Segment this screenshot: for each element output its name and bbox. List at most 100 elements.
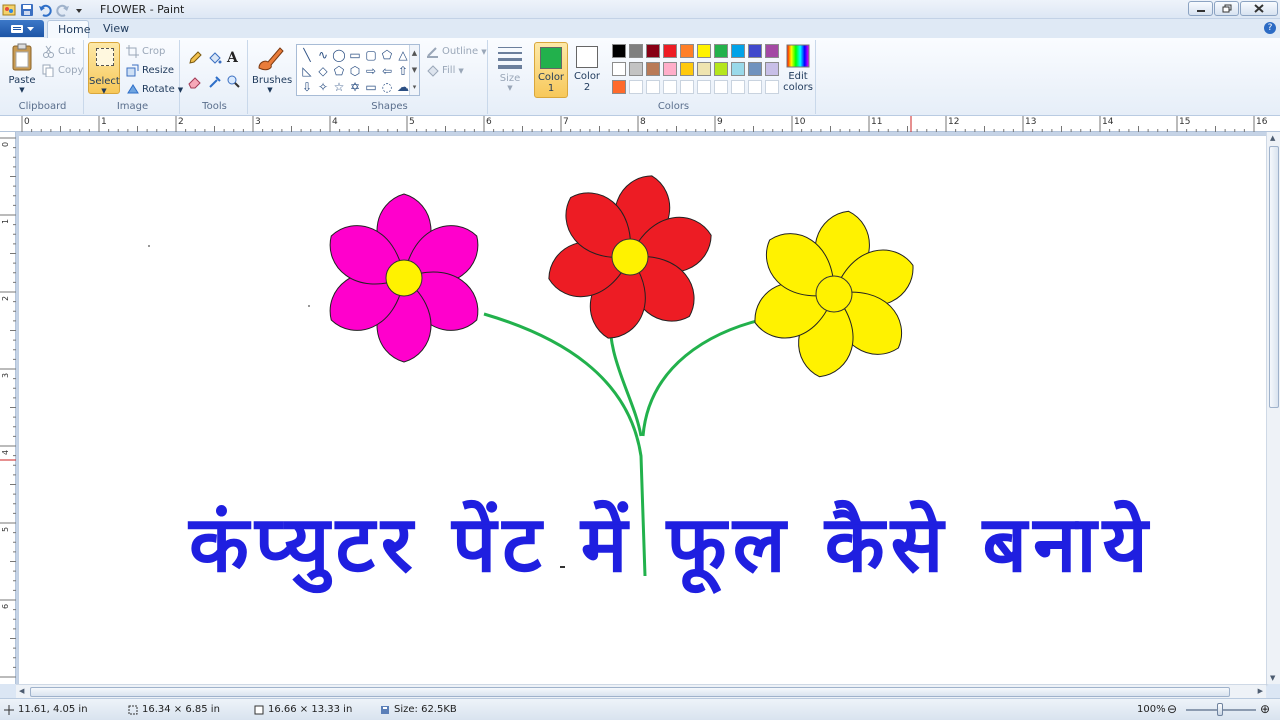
palette-swatch[interactable]: [748, 62, 762, 76]
palette-swatch[interactable]: [748, 80, 762, 94]
horizontal-ruler: 0 1 2 3 4 5 6 7 8 9 10 11 12 13 14 15 16: [0, 116, 1280, 132]
close-button[interactable]: [1240, 1, 1278, 16]
right-arrow-shape-icon[interactable]: ⇨: [363, 63, 379, 79]
brushes-button[interactable]: Brushes ▼: [252, 42, 292, 94]
drawing-canvas[interactable]: कंप्युटर पेंट में फूल कैसे बनाये: [19, 136, 1266, 684]
text-tool-icon[interactable]: A: [227, 50, 238, 66]
palette-swatch[interactable]: [714, 80, 728, 94]
color-picker-icon[interactable]: [208, 75, 222, 89]
scroll-left-icon[interactable]: ◀: [19, 687, 24, 695]
palette-swatch[interactable]: [646, 44, 660, 58]
palette-swatch[interactable]: [663, 62, 677, 76]
ruler-number: 3: [255, 117, 261, 127]
clipboard-group: Paste ▼ Cut Copy Clipboard: [2, 40, 84, 114]
palette-swatch[interactable]: [697, 62, 711, 76]
scroll-down-icon[interactable]: ▼: [1270, 674, 1275, 682]
palette-swatch[interactable]: [663, 44, 677, 58]
fill-button[interactable]: Fill ▼: [426, 64, 464, 77]
chevron-down-icon: ▼: [267, 86, 273, 94]
rectangle-shape-icon[interactable]: ▭: [347, 47, 363, 63]
palette-swatch[interactable]: [765, 62, 779, 76]
palette-swatch[interactable]: [612, 80, 626, 94]
palette-swatch[interactable]: [731, 80, 745, 94]
palette-swatch[interactable]: [629, 62, 643, 76]
shapes-scrollbar[interactable]: ▲ ▼ ▾: [409, 45, 419, 95]
right-triangle-shape-icon[interactable]: ◺: [299, 63, 315, 79]
paint-app-icon[interactable]: [2, 3, 16, 17]
vertical-scroll-thumb[interactable]: [1269, 146, 1279, 408]
crop-button[interactable]: Crop: [126, 45, 165, 58]
help-icon[interactable]: ?: [1264, 22, 1276, 34]
save-icon[interactable]: [20, 3, 34, 17]
ruler-number: 7: [563, 117, 569, 127]
palette-swatch[interactable]: [765, 44, 779, 58]
palette-swatch[interactable]: [612, 44, 626, 58]
hexagon-shape-icon[interactable]: ⬡: [347, 63, 363, 79]
six-point-star-shape-icon[interactable]: ✡: [347, 79, 363, 95]
palette-swatch[interactable]: [629, 44, 643, 58]
palette-swatch[interactable]: [680, 80, 694, 94]
horizontal-scroll-thumb[interactable]: [30, 687, 1230, 697]
palette-swatch[interactable]: [663, 80, 677, 94]
magnifier-icon[interactable]: [227, 75, 241, 89]
copy-button[interactable]: Copy: [42, 64, 83, 77]
horizontal-scrollbar[interactable]: ◀ ▶: [16, 684, 1266, 698]
fill-bucket-icon[interactable]: [208, 51, 222, 65]
outline-button[interactable]: Outline ▼: [426, 45, 487, 58]
palette-swatch[interactable]: [697, 80, 711, 94]
down-arrow-shape-icon[interactable]: ⇩: [299, 79, 315, 95]
paint-menu-button[interactable]: [0, 20, 44, 37]
polygon-shape-icon[interactable]: ⬠: [379, 47, 395, 63]
left-arrow-shape-icon[interactable]: ⇦: [379, 63, 395, 79]
palette-swatch[interactable]: [714, 62, 728, 76]
line-shape-icon[interactable]: ╲: [299, 47, 315, 63]
zoom-slider-thumb[interactable]: [1217, 703, 1223, 716]
palette-swatch[interactable]: [629, 80, 643, 94]
eraser-icon[interactable]: [188, 75, 202, 89]
rect-callout-shape-icon[interactable]: ▭: [363, 79, 379, 95]
copy-icon: [42, 64, 54, 77]
vertical-scrollbar[interactable]: ▲ ▼: [1266, 132, 1280, 684]
palette-swatch[interactable]: [765, 80, 779, 94]
undo-icon[interactable]: [38, 3, 52, 17]
select-button[interactable]: Select ▼: [88, 42, 120, 95]
rounded-rectangle-shape-icon[interactable]: ▢: [363, 47, 379, 63]
diamond-shape-icon[interactable]: ◇: [315, 63, 331, 79]
palette-swatch[interactable]: [697, 44, 711, 58]
size-button[interactable]: Size ▼: [492, 44, 528, 92]
curve-shape-icon[interactable]: ∿: [315, 47, 331, 63]
oval-shape-icon[interactable]: ◯: [331, 47, 347, 63]
palette-swatch[interactable]: [748, 44, 762, 58]
color-1-button[interactable]: Color 1: [534, 42, 568, 98]
scroll-right-icon[interactable]: ▶: [1258, 687, 1263, 695]
palette-swatch[interactable]: [680, 44, 694, 58]
pencil-icon[interactable]: [188, 51, 202, 65]
color-2-button[interactable]: Color 2: [570, 42, 604, 98]
maximize-button[interactable]: [1214, 1, 1239, 16]
five-point-star-shape-icon[interactable]: ☆: [331, 79, 347, 95]
palette-swatch[interactable]: [646, 62, 660, 76]
tab-view[interactable]: View: [93, 20, 139, 38]
brushes-group: Brushes ▼: [250, 40, 292, 114]
paste-button[interactable]: Paste ▼: [6, 42, 38, 94]
resize-button[interactable]: Resize: [126, 64, 174, 77]
palette-swatch[interactable]: [731, 44, 745, 58]
oval-callout-shape-icon[interactable]: ◌: [379, 79, 395, 95]
palette-swatch[interactable]: [612, 62, 626, 76]
redo-icon[interactable]: [56, 3, 70, 17]
tab-home[interactable]: Home: [47, 20, 90, 38]
palette-swatch[interactable]: [714, 44, 728, 58]
zoom-out-icon[interactable]: ⊖: [1167, 702, 1177, 716]
minimize-button[interactable]: [1188, 1, 1213, 16]
edit-colors-button[interactable]: Edit colors: [782, 44, 814, 93]
palette-swatch[interactable]: [680, 62, 694, 76]
four-point-star-shape-icon[interactable]: ✧: [315, 79, 331, 95]
zoom-in-icon[interactable]: ⊕: [1260, 702, 1270, 716]
palette-swatch[interactable]: [646, 80, 660, 94]
scroll-up-icon[interactable]: ▲: [1270, 134, 1275, 142]
pentagon-shape-icon[interactable]: ⬠: [331, 63, 347, 79]
palette-swatch[interactable]: [731, 62, 745, 76]
customize-qat-icon[interactable]: [74, 3, 88, 17]
rotate-button[interactable]: Rotate ▼: [126, 83, 183, 96]
cut-button[interactable]: Cut: [42, 45, 75, 58]
